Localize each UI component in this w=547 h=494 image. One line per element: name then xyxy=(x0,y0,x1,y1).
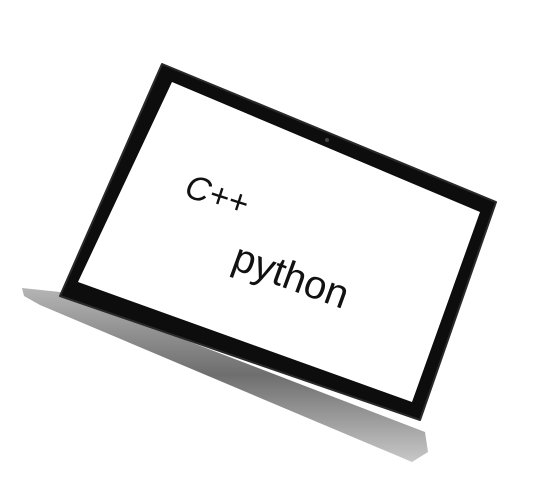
camera-dot xyxy=(325,138,329,142)
laptop-illustration: C++ python xyxy=(22,63,497,462)
